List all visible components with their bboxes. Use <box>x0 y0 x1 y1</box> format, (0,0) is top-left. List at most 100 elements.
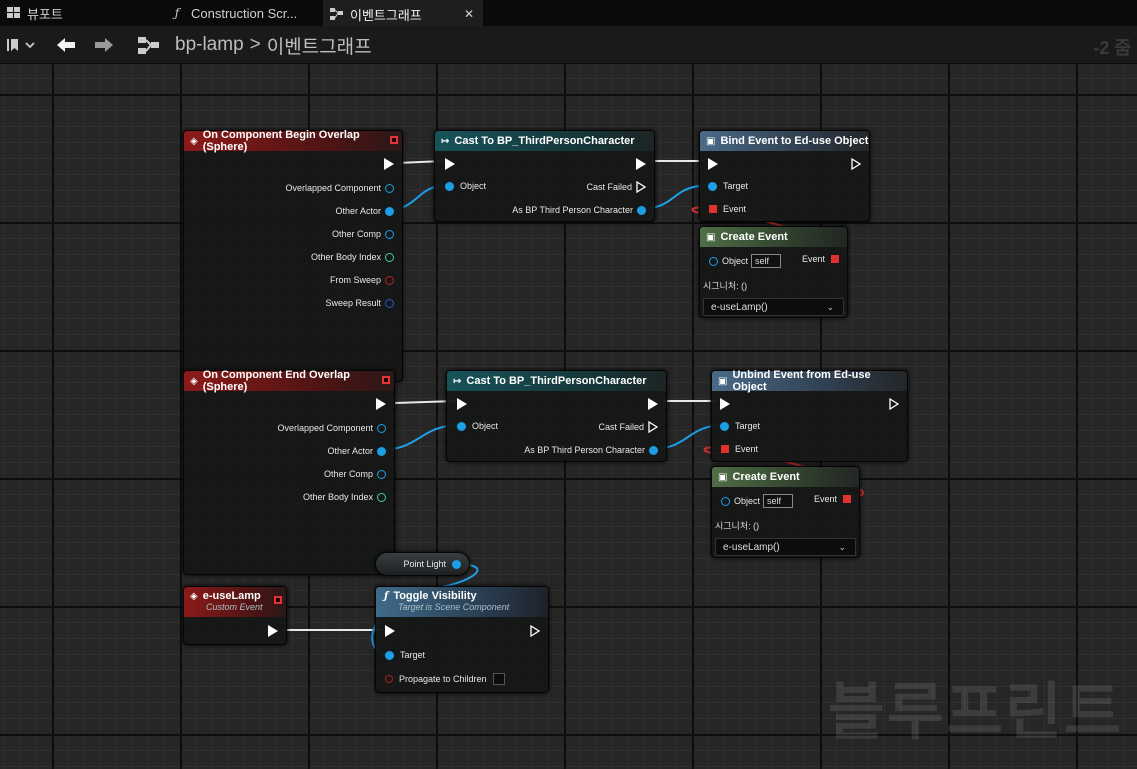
pin-target[interactable]: Target <box>720 421 760 431</box>
pin-label: Cast Failed <box>598 422 644 432</box>
create-event-node-2[interactable]: ▣ Create Event Object self Event 시그니처: ()… <box>711 466 860 558</box>
node-header[interactable]: ▣ Create Event <box>700 227 847 247</box>
node-header[interactable]: ƒ Toggle Visibility Target is Scene Comp… <box>376 587 548 617</box>
pin-as-bp-character[interactable]: As BP Third Person Character <box>524 445 658 455</box>
exec-outline-icon <box>889 398 899 410</box>
begin-overlap-event-node[interactable]: ◈ On Component Begin Overlap (Sphere) Ov… <box>183 129 403 382</box>
delegate-pin[interactable] <box>382 376 390 384</box>
pin-other-actor[interactable]: Other Actor <box>335 206 394 216</box>
pin-other-body-index[interactable]: Other Body Index <box>311 252 394 262</box>
exec-in-pin[interactable] <box>445 158 455 170</box>
pin-other-comp[interactable]: Other Comp <box>324 469 386 479</box>
pin-cast-failed[interactable]: Cast Failed <box>598 421 658 433</box>
self-input[interactable]: self <box>751 254 782 268</box>
breadcrumb-root[interactable]: bp-lamp <box>175 34 244 56</box>
node-header[interactable]: ◈ e-useLamp Custom Event <box>184 587 286 617</box>
bookmark-dropdown[interactable] <box>6 26 36 64</box>
node-header[interactable]: ▣ Unbind Event from Ed-use Object <box>712 369 907 393</box>
tab-viewport[interactable]: 뷰포트 <box>0 0 158 26</box>
unbind-event-node[interactable]: ▣ Unbind Event from Ed-use Object Target… <box>711 369 908 462</box>
exec-in-pin[interactable] <box>457 398 467 410</box>
node-header[interactable]: ↦ Cast To BP_ThirdPersonCharacter <box>435 131 654 151</box>
pin-sweep-result[interactable]: Sweep Result <box>325 298 394 308</box>
integer-pin-icon <box>377 492 386 502</box>
node-header[interactable]: ▣ Bind Event to Ed-use Object <box>700 131 869 151</box>
dropdown-value: e-useLamp() <box>723 541 780 553</box>
pin-label: Other Comp <box>331 229 381 239</box>
pin-object[interactable]: Object self <box>721 494 794 508</box>
propagate-checkbox[interactable] <box>492 673 505 685</box>
zoom-level: -2 줌 <box>1093 38 1131 58</box>
cast-to-character-node-2[interactable]: ↦ Cast To BP_ThirdPersonCharacter Object… <box>446 370 667 462</box>
node-title: On Component Begin Overlap (Sphere) <box>202 129 360 153</box>
exec-out-pin[interactable] <box>851 158 861 170</box>
pin-event[interactable]: Event <box>721 444 758 454</box>
pin-label: Object <box>734 496 761 506</box>
cast-to-character-node-1[interactable]: ↦ Cast To BP_ThirdPersonCharacter Object… <box>434 130 655 222</box>
pin-overlapped-component[interactable]: Overlapped Component <box>285 183 394 193</box>
pin-cast-failed[interactable]: Cast Failed <box>586 181 646 193</box>
exec-out-pin[interactable] <box>268 625 278 637</box>
function-dropdown[interactable]: e-useLamp() ⌄ <box>715 538 856 556</box>
pin-other-body-index[interactable]: Other Body Index <box>303 492 386 502</box>
pin-event-out[interactable]: Event <box>814 494 851 504</box>
exec-in-pin[interactable] <box>385 625 395 637</box>
object-pin-icon <box>708 181 717 191</box>
exec-in-pin[interactable] <box>720 398 730 410</box>
pin-target[interactable]: Target <box>385 650 425 660</box>
exec-outline-icon <box>851 158 861 170</box>
function-dropdown[interactable]: e-useLamp() ⌄ <box>703 298 844 316</box>
delegate-pin[interactable] <box>390 136 398 144</box>
event-diamond-icon: ◈ <box>190 135 198 147</box>
close-icon[interactable]: ✕ <box>464 7 474 21</box>
pin-other-comp[interactable]: Other Comp <box>332 229 394 239</box>
object-pin-icon <box>385 229 394 239</box>
tab-construction-script[interactable]: ƒ Construction Scr... <box>160 0 320 26</box>
node-header[interactable]: ◈ On Component End Overlap (Sphere) <box>184 369 394 393</box>
pin-label: Other Body Index <box>302 492 373 502</box>
pin-event[interactable]: Event <box>709 204 746 214</box>
exec-out-pin[interactable] <box>889 398 899 410</box>
self-input[interactable]: self <box>763 494 794 508</box>
back-button[interactable] <box>55 26 77 64</box>
pin-overlapped-component[interactable]: Overlapped Component <box>277 423 386 433</box>
delegate-pin[interactable] <box>274 596 282 604</box>
point-light-variable-node[interactable]: Point Light <box>375 552 470 576</box>
tab-event-graph[interactable]: 이벤트그래프 ✕ <box>323 0 483 26</box>
exec-out-pin[interactable] <box>384 158 394 170</box>
arrow-right-icon <box>95 38 113 52</box>
node-header[interactable]: ◈ On Component Begin Overlap (Sphere) <box>184 129 402 153</box>
pin-object[interactable]: Object <box>445 181 486 191</box>
point-light-pin[interactable]: Point Light <box>403 559 461 569</box>
pin-object[interactable]: Object self <box>709 254 782 268</box>
toggle-visibility-node[interactable]: ƒ Toggle Visibility Target is Scene Comp… <box>375 586 549 693</box>
object-pin-icon <box>452 559 461 569</box>
object-pin-icon <box>385 206 394 216</box>
node-header[interactable]: ↦ Cast To BP_ThirdPersonCharacter <box>447 371 666 391</box>
pin-propagate-to-children[interactable]: Propagate to Children <box>385 673 505 685</box>
event-graph-canvas[interactable]: 블루프린트 ◈ On Component Begin Overlap (Sphe… <box>0 64 1137 769</box>
exec-out-pin[interactable] <box>530 625 540 637</box>
exec-out-pin[interactable] <box>648 398 658 410</box>
pin-label: From Sweep <box>329 275 381 285</box>
object-pin-icon <box>709 256 718 266</box>
pin-event-out[interactable]: Event <box>802 254 839 264</box>
pin-object[interactable]: Object <box>457 421 498 431</box>
breadcrumb-separator: > <box>249 34 261 55</box>
node-header[interactable]: ▣ Create Event <box>712 467 859 487</box>
exec-out-pin[interactable] <box>376 398 386 410</box>
exec-in-pin[interactable] <box>708 158 718 170</box>
forward-button[interactable] <box>93 26 115 64</box>
pin-other-actor[interactable]: Other Actor <box>327 446 386 456</box>
pin-as-bp-character[interactable]: As BP Third Person Character <box>512 205 646 215</box>
end-overlap-event-node[interactable]: ◈ On Component End Overlap (Sphere) Over… <box>183 369 395 575</box>
create-event-node-1[interactable]: ▣ Create Event Object self Event 시그니처: ()… <box>699 226 848 318</box>
exec-out-pin[interactable] <box>636 158 646 170</box>
pin-label: Object <box>460 181 487 191</box>
pin-from-sweep[interactable]: From Sweep <box>330 275 394 285</box>
custom-event-node[interactable]: ◈ e-useLamp Custom Event <box>183 586 287 645</box>
pin-target[interactable]: Target <box>708 181 748 191</box>
delegate-pin-icon <box>709 205 717 213</box>
bind-event-node[interactable]: ▣ Bind Event to Ed-use Object Target Eve… <box>699 130 870 222</box>
signature-label: 시그니처: () <box>715 521 760 531</box>
